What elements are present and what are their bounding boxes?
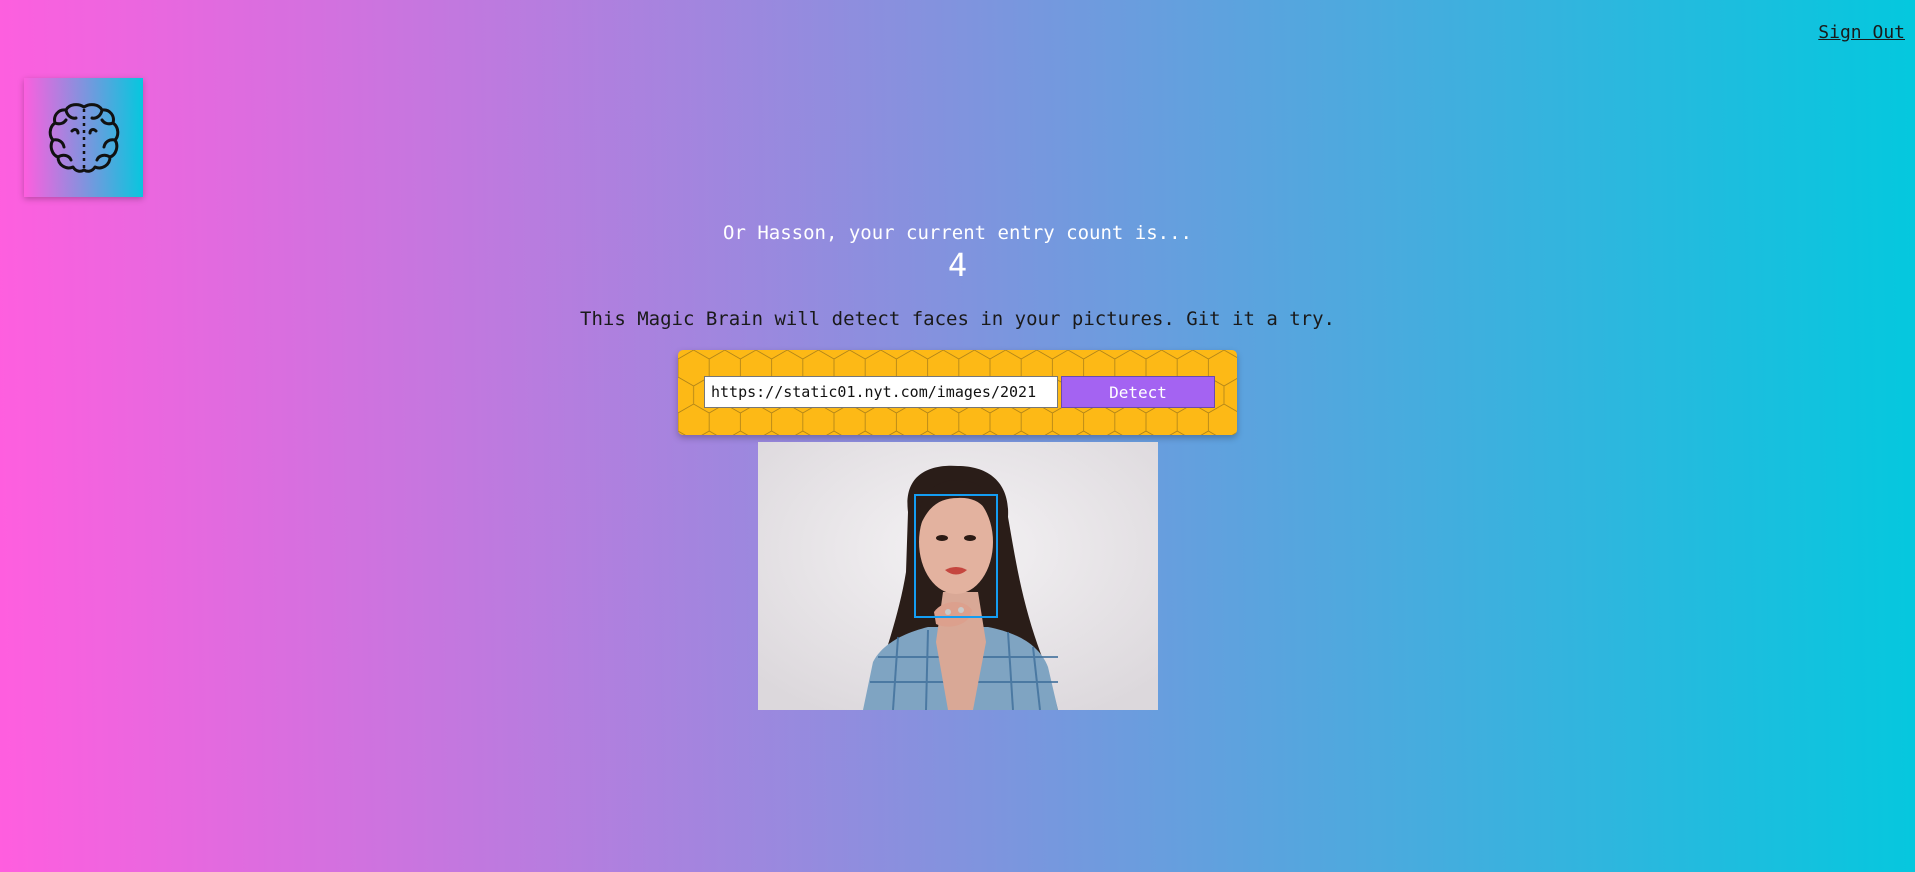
sign-out-link[interactable]: Sign Out	[1818, 22, 1905, 43]
entry-count-value: 4	[947, 246, 968, 284]
entry-count-message: Or Hasson, your current entry count is..…	[723, 222, 1192, 244]
brain-icon	[48, 102, 119, 173]
detect-button[interactable]: Detect	[1061, 376, 1215, 408]
logo	[24, 78, 143, 197]
intro-text: This Magic Brain will detect faces in yo…	[580, 308, 1335, 330]
image-url-input[interactable]	[704, 376, 1058, 408]
image-url-form: Detect	[678, 350, 1237, 435]
face-bounding-box	[914, 494, 998, 618]
result-image	[758, 442, 1158, 710]
